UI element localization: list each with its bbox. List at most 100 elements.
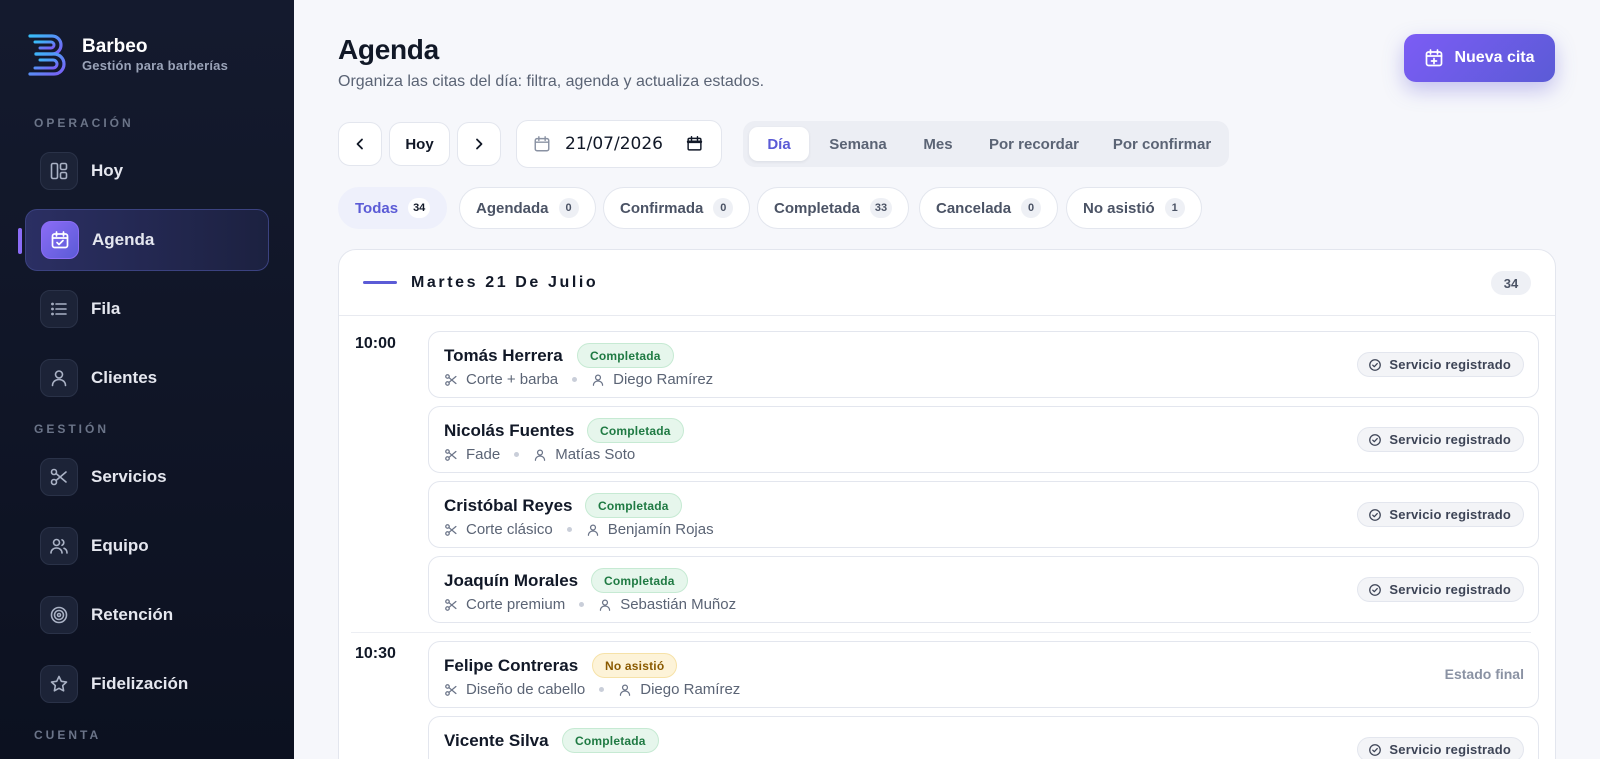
sidebar-item-fila[interactable]: Fila	[25, 278, 269, 340]
service-registered-pill: Servicio registrado	[1357, 737, 1524, 759]
user-icon	[587, 523, 598, 536]
filter-label: Agendada	[476, 199, 549, 217]
service-registered-label: Servicio registrado	[1389, 432, 1511, 447]
tab-por-recordar[interactable]: Por recordar	[969, 127, 1099, 161]
next-day-button[interactable]	[457, 122, 501, 166]
filter-label: No asistió	[1083, 199, 1155, 217]
filter-confirmada[interactable]: Confirmada 0	[603, 187, 751, 229]
status-badge: Completada	[562, 728, 659, 753]
section-label-cuenta: CUENTA	[34, 728, 102, 742]
chevron-right-icon	[476, 138, 483, 150]
day-header-accent	[363, 281, 397, 284]
calendar-check-icon	[41, 221, 79, 259]
sidebar-item-servicios[interactable]: Servicios	[25, 446, 269, 508]
new-appointment-button[interactable]: Nueva cita	[1404, 34, 1555, 82]
sidebar-item-hoy[interactable]: Hoy	[25, 140, 269, 202]
sidebar-item-label: Fidelización	[91, 674, 189, 693]
date-input[interactable]: 21/07/2026	[516, 120, 722, 168]
scissors-icon	[445, 523, 457, 536]
status-badge: Completada	[577, 343, 674, 368]
filter-count: 0	[558, 198, 579, 218]
separator-dot	[572, 377, 578, 382]
tab-semana[interactable]: Semana	[809, 127, 907, 161]
view-tabs: Día Semana Mes Por recordar Por confirma…	[743, 121, 1229, 167]
today-button[interactable]: Hoy	[389, 122, 450, 166]
status-badge: Completada	[587, 418, 684, 443]
filter-agendada[interactable]: Agendada 0	[459, 187, 596, 229]
slot-time: 10:30	[355, 645, 396, 662]
appointment-card[interactable]: Cristóbal Reyes Completada Corte clásico…	[428, 481, 1539, 548]
sidebar-item-retencion[interactable]: Retención	[25, 584, 269, 646]
appointment-meta: Corte clásico Benjamín Rojas	[444, 521, 714, 538]
page-title: Agenda	[338, 34, 439, 65]
brand: Barbeo Gestión para barberías	[26, 32, 228, 78]
service-registered-label: Servicio registrado	[1389, 582, 1511, 597]
section-label-gestion: GESTIÓN	[34, 422, 110, 436]
filter-no-asistio[interactable]: No asistió 1	[1066, 187, 1202, 229]
sidebar-item-equipo[interactable]: Equipo	[25, 515, 269, 577]
filter-count: 33	[869, 198, 893, 218]
filter-todas[interactable]: Todas 34	[338, 187, 448, 229]
appointment-card[interactable]: Joaquín Morales Completada Corte premium…	[428, 556, 1539, 623]
filter-label: Todas	[355, 199, 399, 217]
tab-dia[interactable]: Día	[749, 127, 809, 161]
separator-dot	[599, 687, 605, 692]
barbeo-logo-icon	[28, 34, 66, 76]
sidebar: Barbeo Gestión para barberías OPERACIÓN …	[0, 0, 294, 759]
filter-completada[interactable]: Completada 33	[757, 187, 910, 229]
date-value: 21/07/2026	[565, 134, 663, 154]
team-icon	[40, 527, 78, 565]
client-name: Vicente Silva	[444, 731, 549, 750]
service-registered-pill: Servicio registrado	[1357, 352, 1524, 377]
final-state-label: Estado final	[1444, 666, 1524, 682]
barber-name: Benjamín Rojas	[607, 521, 714, 538]
appointment-card[interactable]: Vicente Silva Completada Servicio regist…	[428, 716, 1539, 759]
service-registered-label: Servicio registrado	[1389, 507, 1511, 522]
sidebar-item-agenda[interactable]: Agenda	[25, 209, 269, 271]
appointment-card[interactable]: Tomás Herrera Completada Corte + barba D…	[428, 331, 1539, 398]
scissors-icon	[445, 683, 457, 696]
client-name: Felipe Contreras	[444, 656, 579, 675]
separator-dot	[566, 527, 572, 532]
sidebar-item-fidelizacion[interactable]: Fidelización	[25, 653, 269, 715]
status-badge: Completada	[585, 493, 682, 518]
service-registered-label: Servicio registrado	[1389, 357, 1511, 372]
filter-count: 0	[713, 198, 734, 218]
scissors-icon	[445, 598, 457, 611]
sidebar-item-clientes[interactable]: Clientes	[25, 347, 269, 409]
day-header: Martes 21 De Julio 34	[339, 250, 1555, 316]
service-registered-pill: Servicio registrado	[1357, 427, 1524, 452]
client-name: Nicolás Fuentes	[444, 421, 575, 440]
sidebar-item-label: Retención	[91, 605, 174, 624]
filter-cancelada[interactable]: Cancelada 0	[919, 187, 1059, 229]
scissors-icon	[40, 458, 78, 496]
check-circle-icon	[1369, 433, 1382, 446]
sidebar-item-label: Equipo	[91, 536, 149, 555]
filter-label: Completada	[774, 199, 860, 217]
new-appointment-label: Nueva cita	[1454, 49, 1535, 66]
scissors-icon	[445, 448, 457, 461]
section-label-operacion: OPERACIÓN	[34, 116, 134, 130]
user-icon	[40, 359, 78, 397]
prev-day-button[interactable]	[338, 122, 382, 166]
service-name: Corte + barba	[466, 371, 559, 388]
appointment-meta: Fade Matías Soto	[444, 446, 635, 463]
tab-mes[interactable]: Mes	[907, 127, 969, 161]
list-icon	[40, 290, 78, 328]
separator-dot	[579, 602, 585, 607]
filter-count: 34	[408, 198, 431, 218]
slot-time: 10:00	[355, 335, 396, 352]
filter-label: Cancelada	[936, 199, 1012, 217]
appointment-card[interactable]: Felipe Contreras No asistió Diseño de ca…	[428, 641, 1539, 708]
user-icon	[620, 683, 631, 696]
date-picker-icon[interactable]	[686, 135, 703, 152]
separator-dot	[514, 452, 520, 457]
dashboard-icon	[40, 152, 78, 190]
brand-subtitle: Gestión para barberías	[82, 58, 229, 73]
brand-name: Barbeo	[82, 36, 148, 57]
sidebar-item-label: Clientes	[91, 368, 158, 387]
tab-por-confirmar[interactable]: Por confirmar	[1099, 127, 1225, 161]
appointment-meta: Corte + barba Diego Ramírez	[444, 371, 713, 388]
day-schedule-card: Martes 21 De Julio 34 10:00 Tomás Herrer…	[338, 249, 1556, 759]
appointment-card[interactable]: Nicolás Fuentes Completada Fade Matías S…	[428, 406, 1539, 473]
